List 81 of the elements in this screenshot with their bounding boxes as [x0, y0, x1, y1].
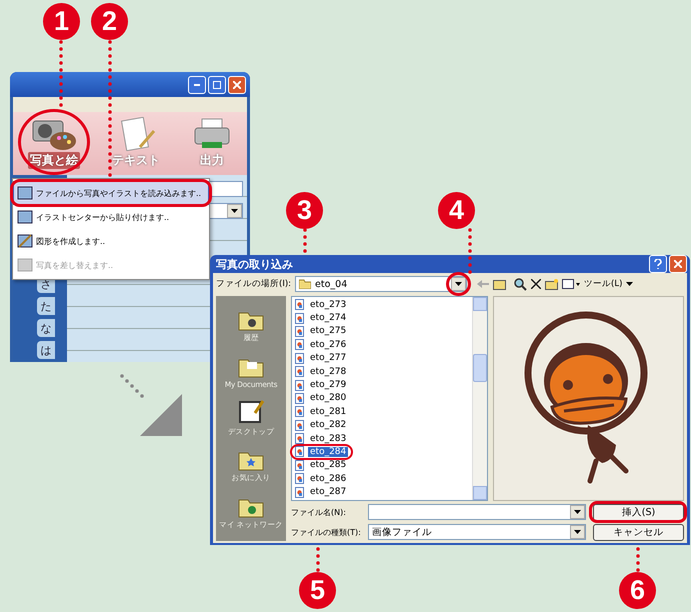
file-item[interactable]: eto_280: [308, 393, 348, 404]
file-item[interactable]: eto_278: [308, 366, 348, 377]
image-file-icon: [295, 380, 304, 391]
help-button[interactable]: [649, 255, 667, 273]
step-number: 1: [43, 3, 80, 40]
close-button[interactable]: [228, 76, 246, 94]
image-file-icon: [295, 433, 304, 444]
leader-line: [636, 546, 640, 572]
tool-tab[interactable]: 写真と絵: [28, 152, 80, 169]
location-label: ファイルの場所(I):: [216, 278, 292, 290]
delete-icon[interactable]: [531, 279, 542, 289]
file-item[interactable]: eto_287: [308, 487, 348, 498]
image-file-icon: [295, 312, 304, 324]
question-mark-icon: [654, 259, 662, 269]
minimize-button[interactable]: [188, 76, 206, 94]
printer-icon: [192, 117, 232, 151]
file-type-dropdown[interactable]: 画像ファイル: [368, 524, 586, 540]
step-number: 2: [91, 3, 128, 40]
insert-button[interactable]: 挿入(S): [593, 504, 684, 521]
file-item[interactable]: eto_285: [308, 460, 348, 470]
arrow-drawing: [118, 372, 184, 438]
index-tab[interactable]: た: [37, 297, 55, 315]
image-file-icon: [295, 392, 304, 404]
file-item[interactable]: eto_275: [308, 326, 348, 336]
caret-icon: [231, 209, 238, 213]
file-item[interactable]: eto_283: [308, 434, 348, 444]
file-type-label: ファイルの種類(T):: [291, 526, 362, 538]
file-name-field[interactable]: [368, 504, 586, 520]
minimize-icon: [194, 84, 200, 86]
image-file-icon: [295, 326, 304, 337]
file-item[interactable]: eto_277: [308, 353, 348, 364]
highlight-ring: [290, 444, 354, 460]
new-folder-icon[interactable]: [545, 278, 558, 290]
image-file-icon: [295, 299, 304, 310]
image-file-icon: [295, 339, 304, 350]
image-file-icon: [295, 473, 304, 484]
scrollbar[interactable]: [472, 297, 487, 500]
view-menu-icon[interactable]: [562, 279, 580, 289]
folder-icon: [299, 279, 312, 289]
image-file-icon: [295, 366, 304, 378]
file-item[interactable]: eto_279: [308, 380, 348, 390]
dialog-title: 写真の取り込み: [215, 256, 293, 272]
file-name-label: ファイル名(N):: [291, 506, 347, 518]
cancel-button[interactable]: キャンセル: [593, 524, 684, 541]
step-number: 4: [438, 192, 475, 229]
caret-icon: [455, 282, 462, 286]
index-tab[interactable]: は: [37, 341, 55, 359]
caret-icon: [574, 510, 581, 514]
caret-icon: [574, 530, 581, 534]
menu-item[interactable]: 図形を作成します..: [13, 229, 209, 253]
leader-line: [303, 228, 307, 254]
desktop-icon[interactable]: [236, 398, 265, 425]
pencil-icon: [17, 233, 33, 249]
step-number: 5: [299, 572, 336, 609]
maximize-icon: [213, 80, 221, 88]
image-file-icon: [295, 352, 304, 364]
file-item[interactable]: eto_274: [308, 313, 348, 324]
step-number: 3: [286, 192, 323, 229]
file-item[interactable]: eto_276: [308, 340, 348, 350]
image-file-icon: [295, 446, 304, 458]
tools-menu[interactable]: ツール(L): [584, 278, 622, 290]
image-file-icon: [295, 460, 304, 471]
image-file-icon: [295, 486, 304, 498]
menu-item[interactable]: イラストセンターから貼り付けます..: [13, 205, 209, 229]
search-icon[interactable]: [514, 278, 528, 290]
leader-line: [316, 546, 320, 572]
close-icon: [674, 260, 682, 268]
close-icon: [233, 80, 241, 88]
maximize-button[interactable]: [208, 76, 226, 94]
file-item[interactable]: eto_282: [308, 420, 348, 430]
step-number: 6: [619, 572, 656, 609]
close-button[interactable]: [669, 255, 687, 273]
image-file-icon: [295, 420, 304, 431]
file-item[interactable]: eto_273: [308, 300, 348, 310]
file-item[interactable]: eto_286: [308, 474, 348, 484]
file-item[interactable]: eto_284: [308, 446, 348, 457]
file-item[interactable]: eto_281: [308, 406, 348, 417]
menu-item[interactable]: ファイルから写真やイラストを読み込みます..: [13, 181, 209, 205]
image-file-icon: [295, 406, 304, 418]
index-tab[interactable]: な: [37, 319, 55, 337]
caret-icon: [626, 282, 634, 286]
